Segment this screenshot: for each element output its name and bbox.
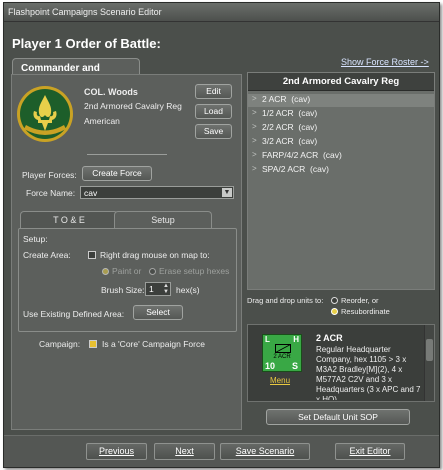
orbat-header: 2nd Armored Cavalry Reg — [248, 73, 434, 91]
unit-menu-link[interactable]: Menu — [270, 376, 290, 385]
core-campaign-checkbox[interactable] — [89, 340, 97, 348]
page-title: Player 1 Order of Battle: — [12, 36, 161, 51]
stepper-arrows-icon[interactable]: ▲ ▼ — [163, 283, 169, 295]
force-name-dropdown[interactable]: cav ▼ — [80, 186, 234, 199]
chevron-right-icon[interactable]: > — [252, 94, 257, 103]
counter-bottom-right: S — [291, 361, 298, 371]
load-commander-button[interactable]: Load — [195, 104, 232, 119]
create-area-label: Create Area: — [23, 250, 71, 260]
bottom-bar: Previous Next Save Scenario Exit Editor — [4, 435, 439, 467]
resubordinate-radio[interactable] — [331, 308, 338, 315]
unit-info-description: Regular Headquarter Company, hex 1105 > … — [316, 345, 421, 400]
chevron-down-icon[interactable]: ▼ — [222, 188, 232, 197]
regiment-crest-icon — [17, 86, 73, 142]
chevron-right-icon[interactable]: > — [252, 122, 257, 131]
commander-nationality: American — [84, 116, 120, 126]
orbat-row[interactable]: > 1/2 ACR (cav) — [248, 108, 434, 121]
select-area-button[interactable]: Select — [133, 305, 183, 320]
right-drag-label: Right drag mouse on map to: — [100, 250, 210, 260]
brush-size-unit: hex(s) — [176, 285, 200, 295]
counter-top-right: H — [293, 335, 299, 344]
scrollbar-thumb[interactable] — [426, 339, 433, 361]
unit-info-scrollbar[interactable] — [424, 325, 434, 401]
tab-commander-and-forces[interactable]: Commander and Forces — [12, 58, 140, 85]
commander-unit: 2nd Armored Cavalry Reg — [84, 101, 182, 111]
chevron-right-icon[interactable]: > — [252, 136, 257, 145]
exit-editor-button[interactable]: Exit Editor — [335, 443, 405, 460]
force-name-label: Force Name: — [26, 188, 76, 198]
resubordinate-label: Resubordinate — [341, 307, 390, 316]
hq-symbol-icon — [275, 344, 291, 353]
tab-setup[interactable]: Setup — [114, 211, 212, 228]
erase-radio[interactable] — [149, 268, 156, 275]
setup-group: Setup: Create Area: Right drag mouse on … — [18, 228, 237, 332]
reorder-radio[interactable] — [331, 297, 338, 304]
setup-group-label: Setup: — [23, 234, 48, 244]
use-existing-area-label: Use Existing Defined Area: — [23, 309, 125, 319]
paint-label: Paint or — [112, 266, 142, 276]
unit-info-panel: L H 2 ACR 10 S Menu 2 ACR Regular Headqu… — [247, 324, 435, 402]
counter-top-left: L — [265, 335, 270, 344]
orbat-row[interactable]: > SPA/2 ACR (cav) — [248, 164, 434, 177]
next-button[interactable]: Next — [154, 443, 215, 460]
unit-emblem — [16, 85, 74, 143]
separator — [87, 154, 167, 155]
drag-drop-label: Drag and drop units to: — [247, 296, 324, 305]
unit-info-title: 2 ACR — [316, 333, 343, 343]
orbat-row[interactable]: > 3/2 ACR (cav) — [248, 136, 434, 149]
right-drag-checkbox[interactable] — [88, 251, 96, 259]
save-scenario-button[interactable]: Save Scenario — [220, 443, 310, 460]
reorder-label: Reorder, or — [341, 296, 379, 305]
campaign-label: Campaign: — [39, 339, 81, 349]
orbat-row[interactable]: > FARP/4/2 ACR (cav) — [248, 150, 434, 163]
show-force-roster-link[interactable]: Show Force Roster -> — [341, 57, 429, 67]
brush-size-value: 1 — [149, 284, 154, 294]
orbat-panel: 2nd Armored Cavalry Reg > 2 ACR (cav) > … — [247, 72, 435, 290]
tab-toe[interactable]: T O & E — [20, 211, 118, 228]
counter-bottom-left: 10 — [265, 361, 276, 371]
edit-commander-button[interactable]: Edit — [195, 84, 232, 99]
commander-name: COL. Woods — [84, 87, 138, 97]
paint-radio[interactable] — [102, 268, 109, 275]
create-force-button[interactable]: Create Force — [82, 166, 152, 181]
chevron-right-icon[interactable]: > — [252, 164, 257, 173]
save-commander-button[interactable]: Save — [195, 124, 232, 139]
force-name-value: cav — [84, 188, 98, 198]
erase-label: Erase setup hexes — [159, 266, 230, 276]
chevron-right-icon[interactable]: > — [252, 150, 257, 159]
previous-button[interactable]: Previous — [86, 443, 147, 460]
editor-window: Flashpoint Campaigns Scenario Editor Pla… — [3, 2, 440, 468]
player-forces-label: Player Forces: — [22, 170, 77, 180]
unit-counter[interactable]: L H 2 ACR 10 S — [262, 334, 302, 372]
brush-size-stepper[interactable]: 1 ▲ ▼ — [145, 282, 171, 296]
orbat-row[interactable]: > 2/2 ACR (cav) — [248, 122, 434, 135]
counter-label: 2 ACR — [273, 354, 291, 360]
chevron-right-icon[interactable]: > — [252, 108, 257, 117]
set-default-sop-button[interactable]: Set Default Unit SOP — [266, 409, 410, 425]
window-title: Flashpoint Campaigns Scenario Editor — [8, 7, 162, 17]
orbat-row[interactable]: > 2 ACR (cav) — [248, 94, 434, 107]
title-bar: Flashpoint Campaigns Scenario Editor — [4, 3, 439, 22]
commander-panel: COL. Woods 2nd Armored Cavalry Reg Ameri… — [11, 74, 242, 430]
orbat-tree: > 2 ACR (cav) > 1/2 ACR (cav) > 2/2 ACR … — [248, 91, 434, 289]
brush-size-label: Brush Size: — [101, 285, 145, 295]
core-campaign-label: Is a 'Core' Campaign Force — [102, 339, 205, 349]
